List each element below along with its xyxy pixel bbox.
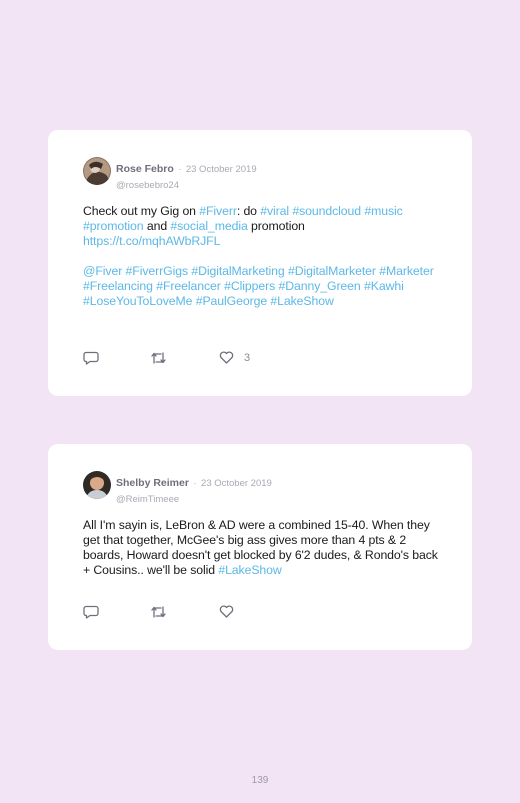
author-name[interactable]: Shelby Reimer bbox=[116, 477, 189, 489]
hashtag-link[interactable]: #Danny_Green bbox=[278, 279, 360, 293]
hashtag-link[interactable]: #FiverrGigs bbox=[126, 264, 189, 278]
separator: · bbox=[193, 478, 197, 489]
hashtag-link[interactable]: #soundcloud bbox=[292, 204, 361, 218]
avatar[interactable] bbox=[83, 471, 111, 499]
hashtag-link[interactable]: #music bbox=[364, 204, 402, 218]
like-button[interactable]: 3 bbox=[219, 351, 250, 364]
tweet-text-fragment: : do bbox=[236, 204, 261, 218]
hashtag-link[interactable]: #viral bbox=[260, 204, 289, 218]
hashtag-link[interactable]: #promotion bbox=[83, 219, 144, 233]
tweet-text-fragment: promotion bbox=[247, 219, 305, 233]
hashtag-link[interactable]: #DigitalMarketing bbox=[191, 264, 284, 278]
tweet-text-fragment: Check out my Gig on bbox=[83, 204, 200, 218]
hashtag-link[interactable]: #LakeShow bbox=[270, 294, 333, 308]
tweet-link[interactable]: https://t.co/mqhAWbRJFL bbox=[83, 234, 220, 248]
like-button[interactable] bbox=[219, 605, 244, 618]
hashtag-link[interactable]: #social_media bbox=[170, 219, 247, 233]
hashtag-link[interactable]: #LoseYouToLoveMe bbox=[83, 294, 192, 308]
reply-icon bbox=[83, 605, 99, 619]
author-name[interactable]: Rose Febro bbox=[116, 163, 174, 175]
tweet-actions: 3 bbox=[83, 351, 283, 367]
retweet-button[interactable] bbox=[150, 351, 167, 365]
tweet-card: Rose Febro · 23 October 2019 @rosebebro2… bbox=[48, 130, 472, 396]
hashtag-link[interactable]: #DigitalMarketer bbox=[288, 264, 376, 278]
hashtag-link[interactable]: #Marketer bbox=[379, 264, 434, 278]
tweet-meta: Shelby Reimer · 23 October 2019 @ReimTim… bbox=[116, 473, 272, 505]
tweet-meta: Rose Febro · 23 October 2019 @rosebebro2… bbox=[116, 159, 257, 191]
reply-button[interactable] bbox=[83, 605, 99, 619]
tweet-actions bbox=[83, 605, 283, 621]
hashtag-link[interactable]: #Freelancer bbox=[156, 279, 221, 293]
hashtag-link[interactable]: #Clippers bbox=[224, 279, 275, 293]
heart-icon bbox=[219, 605, 234, 618]
tweet-date: 23 October 2019 bbox=[185, 164, 257, 175]
tweet-card: Shelby Reimer · 23 October 2019 @ReimTim… bbox=[48, 444, 472, 650]
page-number: 139 bbox=[251, 775, 269, 786]
heart-icon bbox=[219, 351, 234, 364]
reply-button[interactable] bbox=[83, 351, 99, 365]
tweet-text: All I'm sayin is, LeBron & AD were a com… bbox=[83, 518, 448, 578]
tweet-date: 23 October 2019 bbox=[201, 478, 272, 489]
mention-link[interactable]: @Fiver bbox=[83, 264, 122, 278]
tweet-text: Check out my Gig on #Fiverr: do #viral #… bbox=[83, 204, 445, 309]
hashtag-link[interactable]: #LakeShow bbox=[218, 563, 281, 577]
reply-icon bbox=[83, 351, 99, 365]
author-handle[interactable]: @rosebebro24 bbox=[116, 180, 257, 191]
hashtag-link[interactable]: #Fiverr bbox=[199, 204, 237, 218]
author-handle[interactable]: @ReimTimeee bbox=[116, 494, 272, 505]
hashtag-link[interactable]: #Kawhi bbox=[364, 279, 404, 293]
retweet-button[interactable] bbox=[150, 605, 167, 619]
hashtag-link[interactable]: #Freelancing bbox=[83, 279, 153, 293]
avatar[interactable] bbox=[83, 157, 111, 185]
like-count: 3 bbox=[244, 351, 251, 364]
retweet-icon bbox=[150, 351, 167, 365]
separator: · bbox=[178, 164, 182, 175]
tweet-text-fragment: and bbox=[143, 219, 171, 233]
hashtag-link[interactable]: #PaulGeorge bbox=[196, 294, 267, 308]
retweet-icon bbox=[150, 605, 167, 619]
paragraph-break bbox=[83, 249, 445, 264]
